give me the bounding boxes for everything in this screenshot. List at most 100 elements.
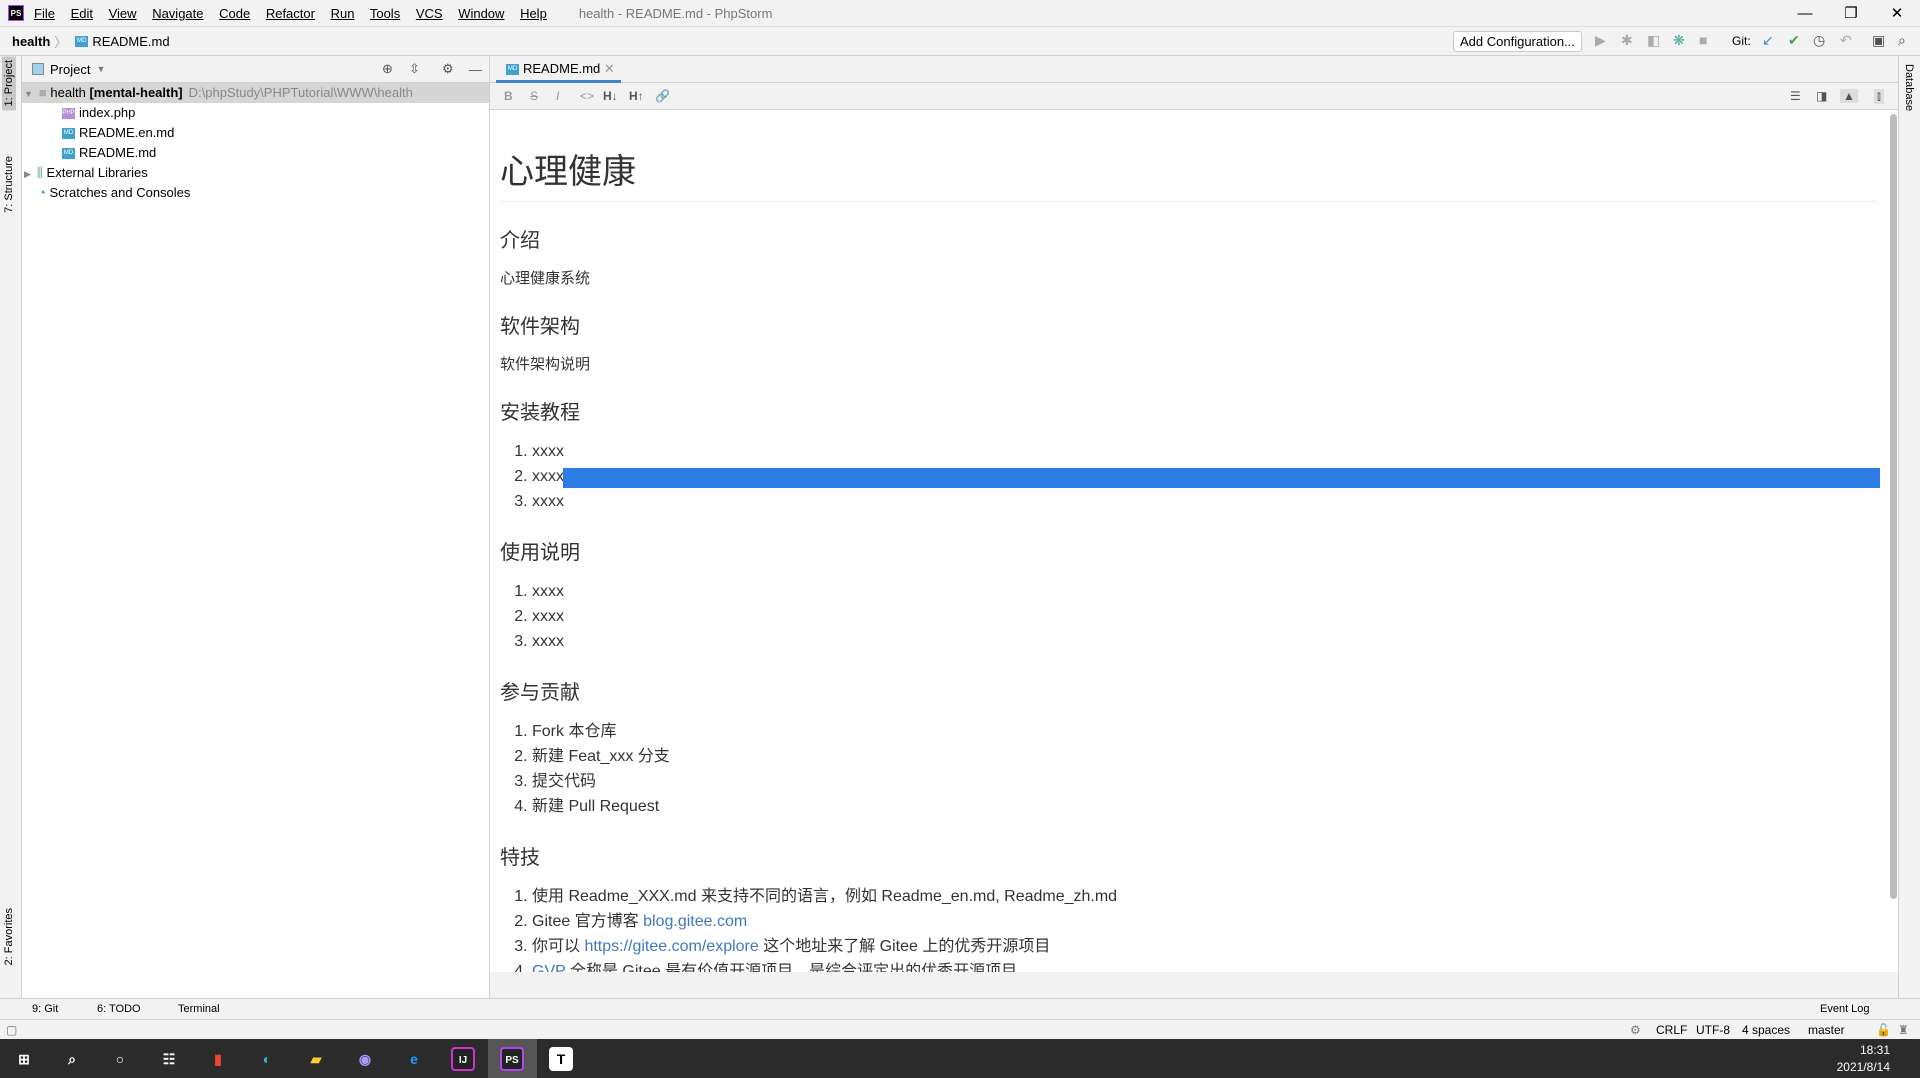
minimize-button[interactable]: — [1782,0,1828,27]
locate-icon[interactable]: ⊕ [382,61,393,77]
menu-run[interactable]: Run [331,6,355,21]
tab-database[interactable]: Database [1903,64,1915,111]
tree-item[interactable]: ◔ Scratches and Consoles [22,183,489,203]
hide-icon[interactable]: — [469,62,482,77]
git-branch[interactable]: master [1808,1023,1845,1037]
event-log-button[interactable]: Event Log [1820,1003,1870,1015]
expand-arrow-icon[interactable]: ▶ [24,169,31,179]
link-button[interactable]: 🔗 [655,89,670,103]
explore-link[interactable]: https://gitee.com/explore [584,938,758,955]
eclipse-icon[interactable]: ◉ [353,1047,377,1071]
task-view-icon[interactable]: ☷ [157,1047,181,1071]
search-icon[interactable]: ⌕ [60,1047,84,1071]
markdown-file-icon: MD [62,148,75,160]
run-anything-icon[interactable]: ▣ [1872,32,1885,49]
strikethrough-button[interactable]: S [530,89,538,103]
encoding[interactable]: UTF-8 [1696,1023,1730,1037]
restore-button[interactable]: ❐ [1828,0,1874,27]
indent[interactable]: 4 spaces [1742,1023,1790,1037]
toggle-tool-windows-icon[interactable]: ▢ [6,1023,17,1037]
intellij-icon[interactable]: IJ [451,1047,475,1071]
menu-view[interactable]: View [109,6,137,21]
line-separator[interactable]: CRLF [1656,1023,1687,1037]
git-update-icon[interactable]: ↙ [1762,32,1774,49]
scratches-icon: ◔ [38,185,46,200]
preview-only-icon[interactable]: ▲ [1840,89,1858,103]
editor-only-icon[interactable]: ☰ [1790,89,1801,103]
project-panel-header: Project ▼ ⊕ ⇳ ⚙ — [22,56,489,83]
git-commit-icon[interactable]: ✔ [1788,32,1800,49]
italic-button[interactable]: I [556,89,559,103]
menu-vcs[interactable]: VCS [416,6,443,21]
lock-icon[interactable]: 🔓 [1876,1023,1891,1037]
cortana-icon[interactable]: ○ [108,1047,132,1071]
file-name: README.md [79,145,157,160]
menu-help[interactable]: Help [520,6,547,21]
root-path: D:\phpStudy\PHPTutorial\WWW\health [188,85,413,100]
add-configuration-button[interactable]: Add Configuration... [1453,31,1582,52]
file-explorer-icon[interactable]: ▰ [304,1047,328,1071]
gvp-link[interactable]: GVP [532,963,566,972]
tips-list: 使用 Readme_XXX.md 来支持不同的语言，例如 Readme_en.m… [532,884,1878,972]
internet-explorer-icon[interactable]: e [402,1047,426,1071]
menu-edit[interactable]: Edit [71,6,93,21]
breadcrumb-file[interactable]: README.md [92,34,169,49]
tab-readme[interactable]: MD README.md ✕ [496,56,621,83]
file-name: README.en.md [79,125,175,140]
bold-button[interactable]: B [504,89,513,103]
menu-tools[interactable]: Tools [370,6,400,21]
tab-git[interactable]: 9: Git [32,1003,58,1015]
close-button[interactable]: ✕ [1874,0,1920,27]
project-view-selector[interactable]: Project [50,62,90,77]
vertical-scrollbar[interactable] [1888,110,1898,972]
collapse-all-icon[interactable]: ⇳ [409,61,420,77]
git-rollback-icon[interactable]: ↶ [1840,32,1852,49]
tree-root[interactable]: ▼ ■ health [mental-health] D:\phpStudy\PHP… [22,83,489,103]
edge-icon[interactable]: ◐ [255,1047,279,1071]
menu-file[interactable]: File [34,6,55,21]
decrease-header-button[interactable]: H↓ [603,89,618,103]
coverage-icon[interactable]: ◧ [1647,32,1660,49]
menu-window[interactable]: Window [458,6,504,21]
menu-navigate[interactable]: Navigate [152,6,203,21]
tree-item[interactable]: MD README.en.md [22,123,489,143]
tab-terminal[interactable]: Terminal [178,1003,220,1015]
breadcrumb-project[interactable]: health [12,34,50,49]
scrollbar-thumb[interactable] [1890,114,1897,899]
git-history-icon[interactable]: ◷ [1813,32,1825,49]
run-icon[interactable]: ▶ [1595,32,1606,49]
tab-project[interactable]: 1: Project [2,56,16,111]
paragraph: 心理健康系统 [500,270,591,287]
tab-structure[interactable]: 7: Structure [2,152,16,217]
chevron-down-icon[interactable]: ▼ [96,64,105,74]
gear-icon[interactable]: ⚙ [442,61,454,77]
tree-item[interactable]: ▶ ⫼ External Libraries [22,163,489,183]
status-bar: ▢ ⚙ CRLF UTF-8 4 spaces master 🔓 ♜ [0,1019,1920,1039]
split-view-icon[interactable]: ◨ [1816,89,1827,103]
tab-todo[interactable]: 6: TODO [97,1003,141,1015]
search-icon[interactable]: ⌕ [1898,32,1906,49]
blog-link[interactable]: blog.gitee.com [643,913,747,930]
list-item: Gitee 官方博客 blog.gitee.com [532,909,1878,934]
stop-icon[interactable]: ■ [1699,32,1707,48]
text: 你可以 [532,938,585,955]
windows-start-icon[interactable]: ⊞ [12,1047,36,1071]
tree-item[interactable]: PHP index.php [22,103,489,123]
tree-item[interactable]: MD README.md [22,143,489,163]
system-clock[interactable]: 18:31 2021/8/14 [1837,1042,1890,1076]
menu-refactor[interactable]: Refactor [266,6,315,21]
code-button[interactable]: <> [580,89,594,103]
debug-icon[interactable]: ✱ [1621,32,1633,49]
tab-favorites[interactable]: 2: Favorites [2,904,16,969]
folder-icon: ■ [38,85,47,100]
typora-icon[interactable]: T [549,1047,573,1071]
office-icon[interactable]: ▮ [206,1047,230,1071]
php-debug-listen-icon[interactable]: ❋ [1673,32,1685,49]
increase-header-button[interactable]: H↑ [629,89,644,103]
menu-code[interactable]: Code [219,6,250,21]
expand-arrow-icon[interactable]: ▼ [24,89,33,99]
sync-scroll-icon[interactable]: ⫾ [1874,89,1884,104]
phpstorm-taskbar-icon[interactable]: PS [500,1047,524,1071]
file-name: index.php [79,105,136,120]
close-tab-icon[interactable]: ✕ [604,61,615,76]
